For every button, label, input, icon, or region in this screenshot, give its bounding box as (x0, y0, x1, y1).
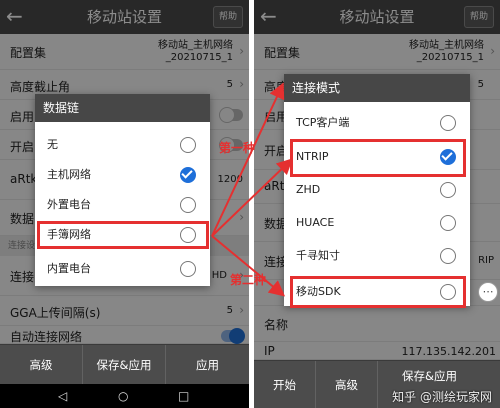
left-phone-screen: ← 移动站设置 帮助 配置集 移动站_主机网络 _20210715_1 › 高度… (0, 0, 249, 408)
radio-button[interactable] (180, 197, 196, 213)
option-label: HUACE (296, 216, 335, 229)
radio-button[interactable] (440, 248, 456, 264)
second-method-label: 第二种 (230, 273, 267, 287)
radio-button[interactable] (440, 182, 456, 198)
ntrip-highlight-box (290, 139, 466, 177)
option-label: 外置电台 (47, 198, 91, 211)
connection-mode-dialog: 连接模式 TCP客户端 NTRIP ZHD HUACE 千寻知寸 移动SDK (284, 74, 470, 306)
radio-button[interactable] (180, 137, 196, 153)
nav-home-icon[interactable]: ○ (118, 384, 128, 408)
nav-recents-icon[interactable]: □ (178, 384, 189, 408)
option-label: 千寻知寸 (296, 249, 340, 262)
nav-back-icon[interactable]: ◁ (58, 384, 67, 408)
data-link-dialog: 数据链 无 主机网络 外置电台 手簿网络 内置电台 (35, 94, 210, 286)
radio-button[interactable] (440, 215, 456, 231)
start-button[interactable]: 开始 (254, 361, 316, 408)
data-link-dialog-title: 数据链 (35, 94, 210, 122)
connection-mode-dialog-title: 连接模式 (284, 74, 470, 102)
android-nav-bar: ◁ ○ □ (0, 384, 249, 408)
conn-option-zhd[interactable]: ZHD (284, 175, 470, 205)
option-label: 无 (47, 138, 58, 151)
option-label: 主机网络 (47, 168, 91, 181)
conn-option-tcp-client[interactable]: TCP客户端 (284, 108, 470, 138)
right-phone-screen: ← 移动站设置 帮助 配置集 移动站_主机网络 _20210715_1 › 高度… (254, 0, 500, 408)
advanced-button[interactable]: 高级 (0, 345, 83, 385)
data-link-option-external-radio[interactable]: 外置电台 (35, 190, 210, 220)
conn-option-qianxun[interactable]: 千寻知寸 (284, 241, 470, 271)
radio-button-checked[interactable] (180, 167, 196, 183)
apply-button[interactable]: 应用 (166, 345, 249, 385)
data-link-option-internal-radio[interactable]: 内置电台 (35, 254, 210, 284)
radio-button[interactable] (440, 115, 456, 131)
radio-button[interactable] (180, 261, 196, 277)
more-options-icon[interactable]: ⋯ (478, 282, 498, 302)
data-link-option-host-network[interactable]: 主机网络 (35, 160, 210, 190)
advanced-button[interactable]: 高级 (316, 361, 378, 408)
option-label: ZHD (296, 183, 321, 196)
mobile-sdk-highlight-box (290, 276, 466, 308)
left-bottom-toolbar: 高级 保存&应用 应用 (0, 344, 249, 385)
option-label: TCP客户端 (296, 116, 350, 129)
conn-option-huace[interactable]: HUACE (284, 208, 470, 238)
handheld-network-highlight-box (37, 221, 209, 249)
first-method-label: 第一种 (219, 141, 256, 155)
zhihu-watermark: 知乎 @测绘玩家网 (392, 390, 492, 404)
option-label: 内置电台 (47, 262, 91, 275)
data-link-option-none[interactable]: 无 (35, 130, 210, 160)
save-apply-button[interactable]: 保存&应用 (83, 345, 166, 385)
